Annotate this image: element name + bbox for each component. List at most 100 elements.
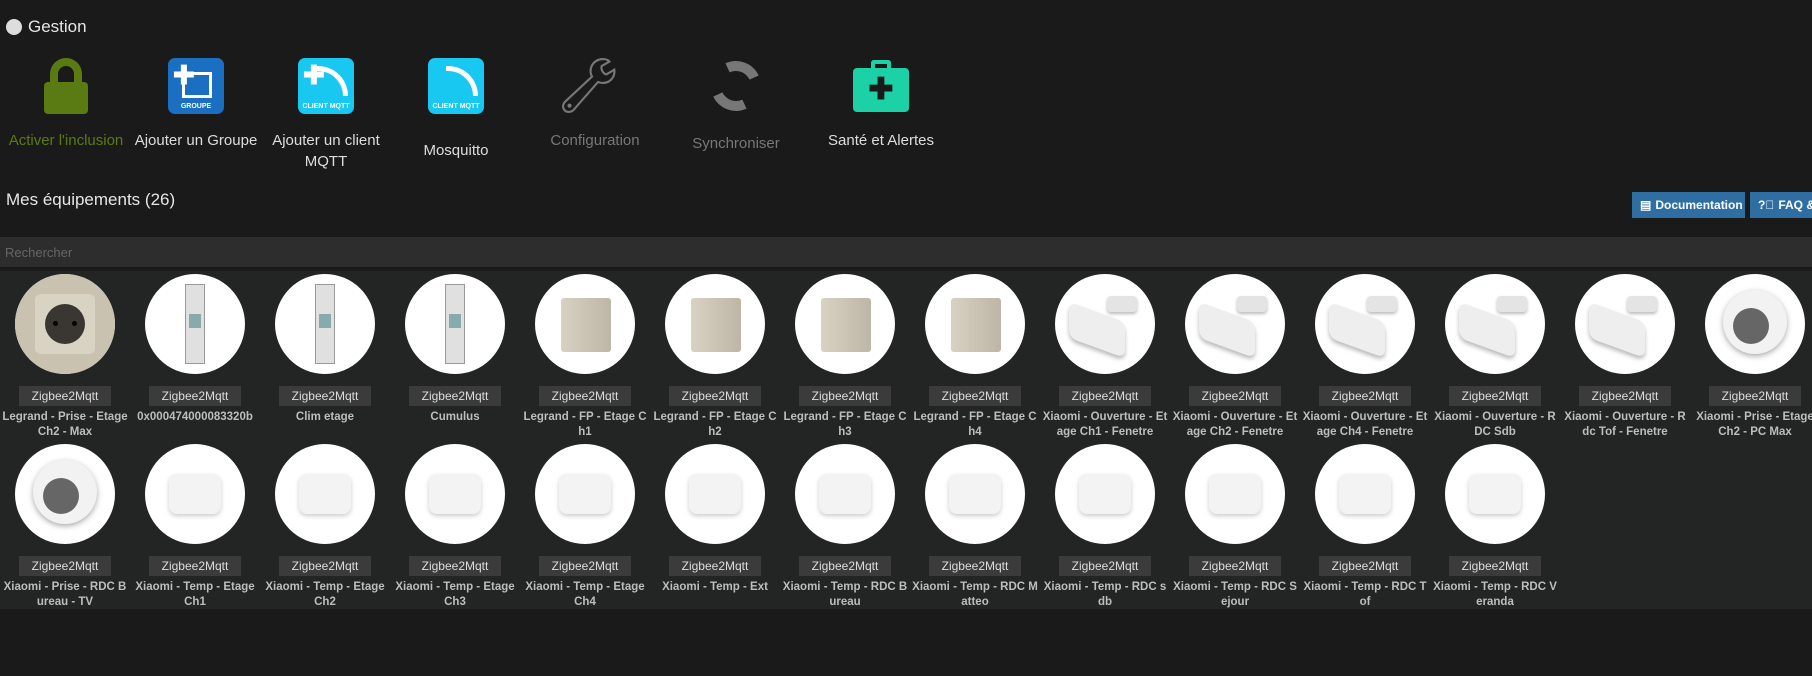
plugin-badge: Zigbee2Mqtt bbox=[1059, 556, 1151, 576]
door-sensor-image bbox=[1185, 274, 1285, 374]
door-sensor-image bbox=[1575, 274, 1675, 374]
device-name: Legrand - FP - Etage Ch2 bbox=[653, 411, 777, 438]
device-card[interactable]: Zigbee2Mqtt Xiaomi - Ouverture - Rdc Tof… bbox=[1560, 274, 1690, 440]
device-name: Xiaomi - Ouverture - Etage Ch4 - Fenetre bbox=[1302, 411, 1428, 438]
plugin-badge: Zigbee2Mqtt bbox=[19, 556, 111, 576]
faq-button[interactable]: ?⃝FAQ & Dépannage bbox=[1750, 192, 1812, 218]
mosquitto-button[interactable]: CLIENT MQTT Mosquitto bbox=[391, 58, 521, 161]
add-mqtt-client-button[interactable]: ✚ CLIENT MQTT Ajouter un client MQTT bbox=[261, 58, 391, 172]
plugin-badge: Zigbee2Mqtt bbox=[409, 556, 501, 576]
documentation-button[interactable]: ▤ Documentation bbox=[1632, 192, 1745, 218]
device-name: Legrand - FP - Etage Ch4 bbox=[913, 411, 1037, 438]
plugin-badge: Zigbee2Mqtt bbox=[1189, 386, 1281, 406]
device-name: Xiaomi - Temp - Etage Ch2 bbox=[265, 581, 385, 608]
device-name: Legrand - FP - Etage Ch3 bbox=[783, 411, 907, 438]
device-name: Cumulus bbox=[430, 411, 480, 423]
device-name: Xiaomi - Temp - RDC Bureau bbox=[782, 581, 908, 608]
temp-sensor-image bbox=[1445, 444, 1545, 544]
device-card[interactable]: Zigbee2Mqtt Legrand - FP - Etage Ch4 bbox=[910, 274, 1040, 440]
device-card[interactable]: Zigbee2Mqtt Xiaomi - Temp - RDC Tof bbox=[1300, 444, 1430, 610]
plugin-badge: Zigbee2Mqtt bbox=[1709, 386, 1801, 406]
device-name: Xiaomi - Temp - Etage Ch3 bbox=[395, 581, 515, 608]
medkit-icon: ✚ bbox=[853, 58, 909, 114]
plugin-badge: Zigbee2Mqtt bbox=[1579, 386, 1671, 406]
gear-icon bbox=[6, 19, 22, 35]
device-card[interactable]: Zigbee2Mqtt Xiaomi - Ouverture - Etage C… bbox=[1300, 274, 1430, 440]
plugin-badge: Zigbee2Mqtt bbox=[799, 556, 891, 576]
door-sensor-image bbox=[1445, 274, 1545, 374]
device-card[interactable]: Zigbee2Mqtt Xiaomi - Ouverture - Etage C… bbox=[1170, 274, 1300, 440]
legrand-fp-image bbox=[535, 274, 635, 374]
plugin-badge: Zigbee2Mqtt bbox=[279, 556, 371, 576]
device-card[interactable]: Zigbee2Mqtt Xiaomi - Temp - RDC Bureau bbox=[780, 444, 910, 610]
device-card[interactable]: Zigbee2Mqtt 0x000474000083320b bbox=[130, 274, 260, 425]
device-name: Xiaomi - Temp - RDC Tof bbox=[1303, 581, 1427, 608]
legrand-fp-image bbox=[925, 274, 1025, 374]
plugin-badge: Zigbee2Mqtt bbox=[1449, 386, 1541, 406]
device-card[interactable]: Zigbee2Mqtt Xiaomi - Temp - RDC Sejour bbox=[1170, 444, 1300, 610]
device-card[interactable]: Zigbee2Mqtt Cumulus bbox=[390, 274, 520, 425]
device-card[interactable]: Zigbee2Mqtt Xiaomi - Temp - Etage Ch4 bbox=[520, 444, 650, 610]
door-sensor-image bbox=[1315, 274, 1415, 374]
device-card[interactable]: Zigbee2Mqtt Legrand - FP - Etage Ch3 bbox=[780, 274, 910, 440]
gestion-header: Gestion bbox=[6, 17, 87, 37]
gestion-title: Gestion bbox=[28, 17, 87, 36]
lock-icon bbox=[38, 58, 94, 114]
plugin-badge: Zigbee2Mqtt bbox=[149, 386, 241, 406]
action-label: Santé et Alertes bbox=[828, 132, 934, 149]
device-name: Xiaomi - Prise - Etage Ch2 - PC Max bbox=[1696, 411, 1812, 438]
plugin-badge: Zigbee2Mqtt bbox=[799, 386, 891, 406]
management-actions: Activer l'inclusion ✚ GROUPE Ajouter un G… bbox=[0, 53, 1000, 170]
device-card[interactable]: Zigbee2Mqtt Xiaomi - Ouverture - Etage C… bbox=[1040, 274, 1170, 440]
device-card[interactable]: Zigbee2Mqtt Clim etage bbox=[260, 274, 390, 425]
device-card[interactable]: Zigbee2Mqtt Xiaomi - Temp - Etage Ch1 bbox=[130, 444, 260, 610]
legrand-fp-image bbox=[665, 274, 765, 374]
health-alerts-button[interactable]: ✚ Santé et Alertes bbox=[816, 58, 946, 151]
configuration-button[interactable]: 🔧︎ Configuration bbox=[530, 56, 660, 151]
plugin-badge: Zigbee2Mqtt bbox=[539, 386, 631, 406]
device-card[interactable]: Zigbee2Mqtt Xiaomi - Temp - Ext bbox=[650, 444, 780, 595]
activate-inclusion-button[interactable]: Activer l'inclusion bbox=[1, 58, 131, 151]
wrench-icon: 🔧︎ bbox=[554, 56, 623, 116]
din-module-image bbox=[275, 274, 375, 374]
device-card[interactable]: Zigbee2Mqtt Legrand - FP - Etage Ch1 bbox=[520, 274, 650, 440]
device-name: Xiaomi - Temp - RDC Sejour bbox=[1173, 581, 1297, 608]
plugin-badge: Zigbee2Mqtt bbox=[149, 556, 241, 576]
device-card[interactable]: Zigbee2Mqtt Xiaomi - Prise - Etage Ch2 -… bbox=[1690, 274, 1812, 440]
plugin-badge: Zigbee2Mqtt bbox=[929, 386, 1021, 406]
temp-sensor-image bbox=[665, 444, 765, 544]
temp-sensor-image bbox=[925, 444, 1025, 544]
device-card[interactable]: Zigbee2Mqtt Xiaomi - Temp - RDC Matteo bbox=[910, 444, 1040, 610]
device-name: Xiaomi - Ouverture - RDC Sdb bbox=[1434, 411, 1556, 438]
plugin-badge: Zigbee2Mqtt bbox=[539, 556, 631, 576]
device-card[interactable]: Zigbee2Mqtt Xiaomi - Temp - RDC Veranda bbox=[1430, 444, 1560, 610]
device-name: Xiaomi - Temp - Etage Ch4 bbox=[525, 581, 645, 608]
book-icon: ▤ bbox=[1640, 198, 1652, 212]
din-module-image bbox=[405, 274, 505, 374]
equipment-list: Zigbee2Mqtt Legrand - Prise - Etage Ch2 … bbox=[0, 271, 1812, 609]
temp-sensor-image bbox=[1185, 444, 1285, 544]
search-input[interactable] bbox=[0, 237, 1812, 267]
synchronize-button[interactable]: Synchroniser bbox=[671, 53, 801, 154]
device-card[interactable]: Zigbee2Mqtt Xiaomi - Prise - RDC Bureau … bbox=[0, 444, 130, 610]
plugin-badge: Zigbee2Mqtt bbox=[279, 386, 371, 406]
plugin-badge: Zigbee2Mqtt bbox=[19, 386, 111, 406]
plugin-badge: Zigbee2Mqtt bbox=[1319, 386, 1411, 406]
equipments-title: Mes équipements (26) bbox=[6, 190, 176, 209]
action-label: Configuration bbox=[550, 132, 640, 149]
device-card[interactable]: Zigbee2Mqtt Legrand - FP - Etage Ch2 bbox=[650, 274, 780, 440]
action-label: Ajouter un client MQTT bbox=[272, 132, 380, 170]
device-card[interactable]: Zigbee2Mqtt Xiaomi - Temp - Etage Ch3 bbox=[390, 444, 520, 610]
door-sensor-image bbox=[1055, 274, 1155, 374]
add-group-button[interactable]: ✚ GROUPE Ajouter un Groupe bbox=[131, 58, 261, 151]
device-card[interactable]: Zigbee2Mqtt Legrand - Prise - Etage Ch2 … bbox=[0, 274, 130, 440]
device-name: Xiaomi - Ouverture - Rdc Tof - Fenetre bbox=[1564, 411, 1686, 438]
device-name: Clim etage bbox=[295, 411, 355, 423]
temp-sensor-image bbox=[275, 444, 375, 544]
plugin-badge: Zigbee2Mqtt bbox=[1319, 556, 1411, 576]
device-card[interactable]: Zigbee2Mqtt Xiaomi - Temp - RDC sdb bbox=[1040, 444, 1170, 610]
device-card[interactable]: Zigbee2Mqtt Xiaomi - Temp - Etage Ch2 bbox=[260, 444, 390, 610]
device-card[interactable]: Zigbee2Mqtt Xiaomi - Ouverture - RDC Sdb bbox=[1430, 274, 1560, 440]
sync-icon bbox=[703, 53, 769, 119]
device-name: Xiaomi - Temp - RDC sdb bbox=[1043, 581, 1167, 608]
